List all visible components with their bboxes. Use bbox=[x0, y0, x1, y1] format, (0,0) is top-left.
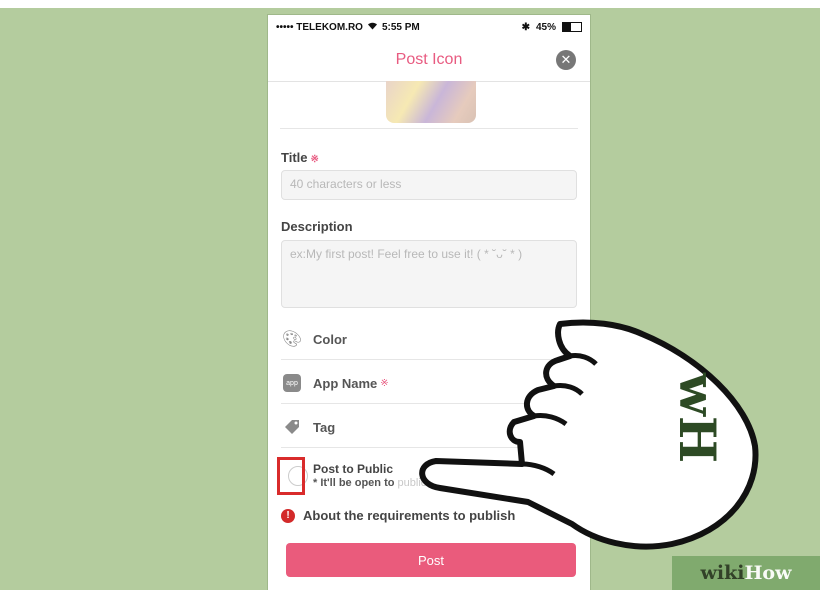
navigation-bar: Post Icon ✕ bbox=[268, 39, 590, 82]
divider bbox=[280, 128, 578, 129]
option-color-label: Color bbox=[313, 331, 347, 347]
alert-icon: ! bbox=[281, 508, 295, 523]
battery-percent: 45% bbox=[535, 21, 556, 33]
time-label: 5:55 PM bbox=[381, 21, 420, 33]
required-mark: ※ bbox=[380, 377, 389, 389]
title-label: Title ※ bbox=[281, 150, 319, 165]
bottom-border bbox=[0, 590, 820, 596]
watermark-wiki: wiki bbox=[700, 562, 745, 584]
description-label: Description bbox=[281, 219, 353, 234]
carrier-label: ••••• TELEKOM.RO bbox=[276, 21, 363, 33]
description-input[interactable]: ex:My first post! Feel free to use it! (… bbox=[281, 240, 577, 308]
wikihow-badge: wH bbox=[668, 372, 727, 463]
palette-icon: 🎨︎ bbox=[281, 331, 303, 348]
page-title: Post Icon bbox=[395, 51, 463, 68]
close-icon[interactable]: ✕ bbox=[556, 50, 576, 70]
tag-icon bbox=[281, 416, 303, 438]
status-bar: ••••• TELEKOM.RO 5:55 PM ✱ 45% bbox=[268, 15, 590, 39]
post-to-public-label: Post to Public bbox=[313, 462, 394, 476]
wifi-icon bbox=[367, 21, 378, 33]
option-app-name-label: App Name bbox=[313, 375, 378, 391]
option-tag-label: Tag bbox=[313, 419, 336, 435]
icon-preview-image[interactable] bbox=[386, 81, 476, 123]
watermark-how: How bbox=[744, 562, 792, 584]
title-input[interactable]: 40 characters or less bbox=[281, 170, 577, 200]
pointing-hand-illustration: wH bbox=[419, 319, 759, 550]
highlight-box bbox=[277, 457, 305, 495]
top-border bbox=[0, 0, 820, 8]
required-mark: ※ bbox=[310, 154, 319, 165]
battery-icon bbox=[562, 22, 582, 32]
app-icon: app bbox=[283, 374, 301, 392]
bluetooth-icon: ✱ bbox=[521, 21, 530, 33]
wikihow-watermark: wiki How bbox=[672, 556, 820, 590]
